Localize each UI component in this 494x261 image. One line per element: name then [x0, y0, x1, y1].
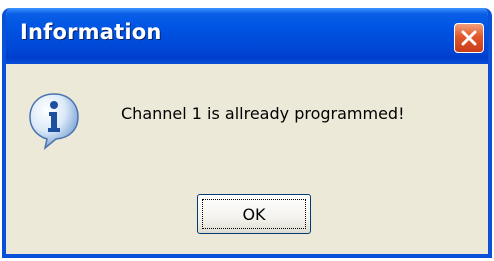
information-dialog: Information Channel 1 is allready progra… — [2, 8, 492, 258]
ok-button[interactable]: OK — [197, 194, 311, 234]
dialog-body: Channel 1 is allready programmed! OK — [6, 64, 488, 254]
title-bar[interactable]: Information — [6, 8, 488, 64]
window-title: Information — [20, 20, 162, 44]
close-icon — [461, 30, 477, 46]
info-icon — [29, 93, 79, 150]
close-button[interactable] — [454, 23, 484, 53]
ok-button-label: OK — [202, 199, 306, 229]
message-text: Channel 1 is allready programmed! — [121, 104, 405, 123]
